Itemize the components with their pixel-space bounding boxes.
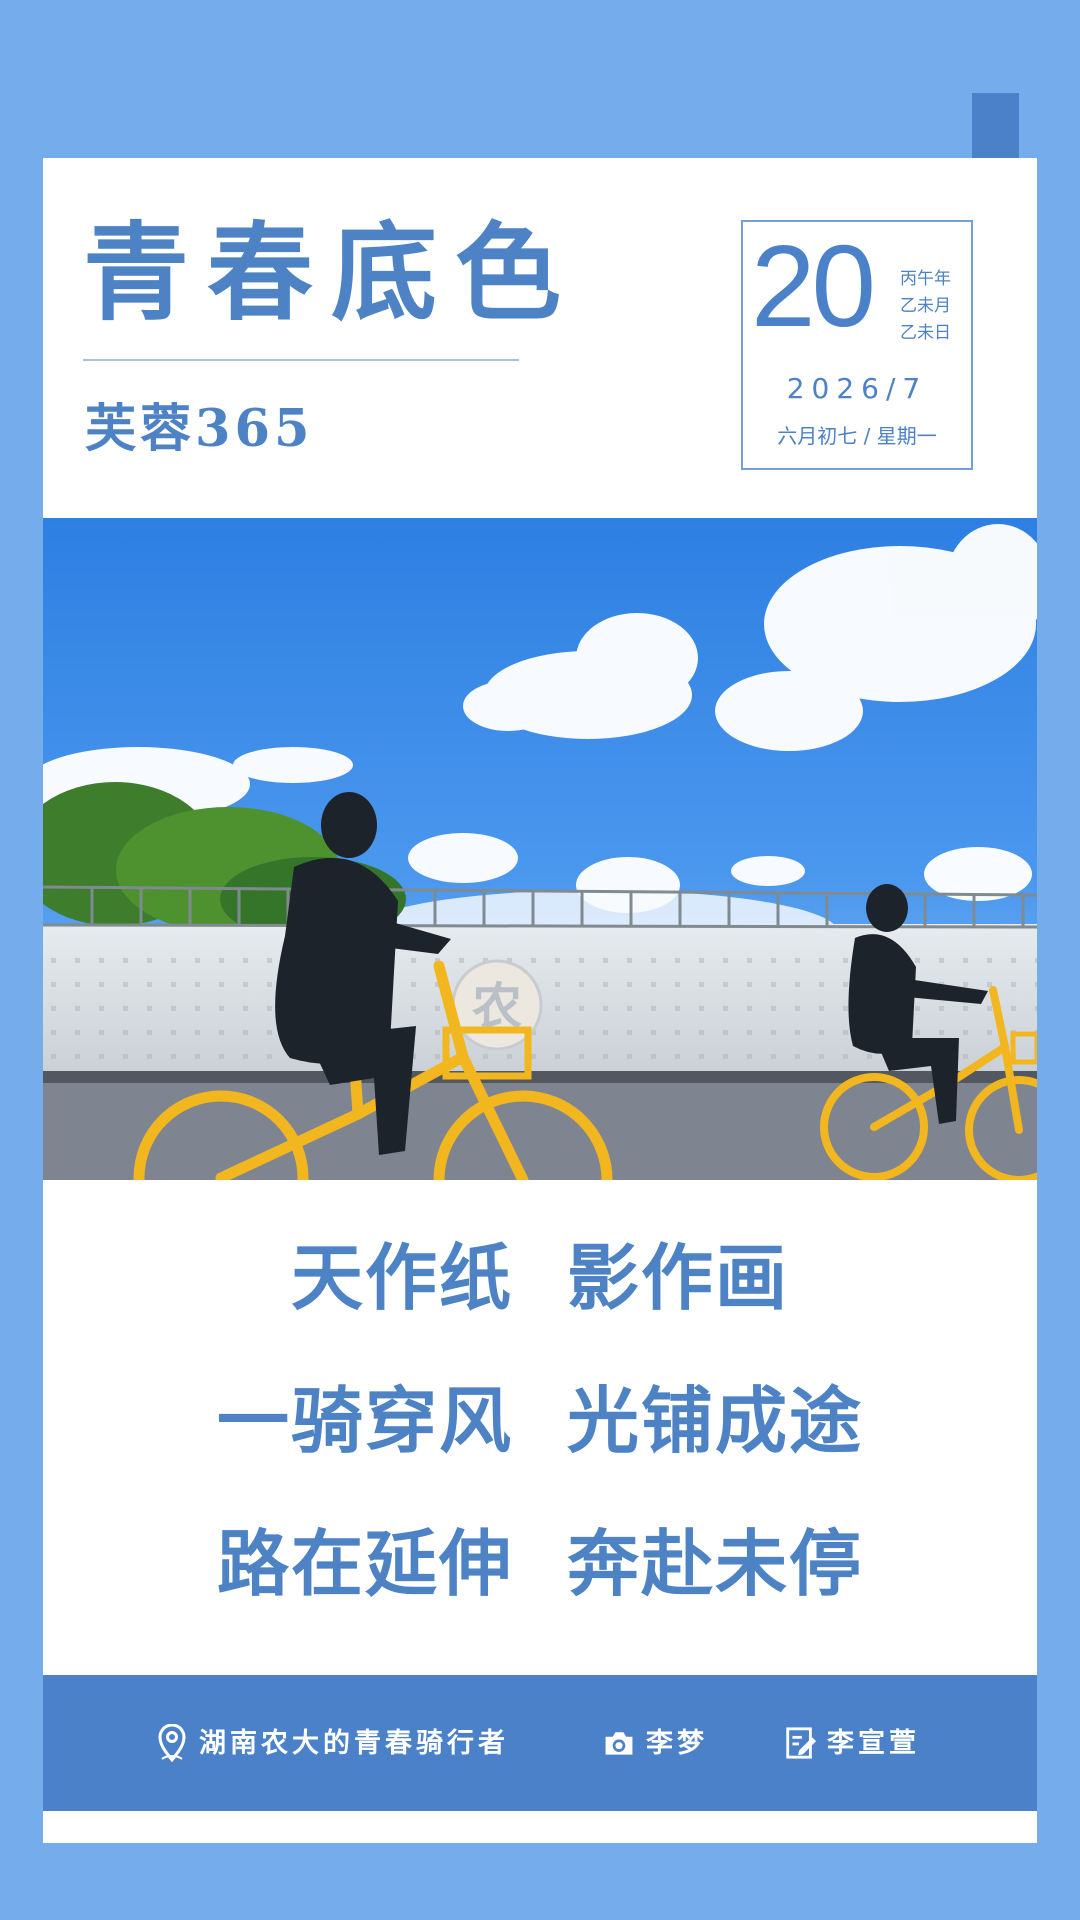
poster-title: 青春底色	[83, 210, 579, 335]
credits-bar: 湖南农大的青春骑行者 李梦 李宣萱	[43, 1675, 1037, 1811]
lunar-date-weekday: 六月初七 / 星期一	[777, 424, 937, 448]
date-year-month: 2026/7	[786, 372, 928, 405]
credit-photographer-text: 李梦	[646, 1727, 708, 1759]
title-divider	[83, 359, 519, 361]
road	[43, 1071, 1037, 1180]
camera-icon	[605, 1732, 633, 1755]
ganzhi-month: 乙未月	[900, 296, 951, 316]
poster-card: 青春底色 芙蓉365 20 丙午年 乙未月 乙未日 2026/7 六月初七 / …	[43, 158, 1037, 1843]
photo-illustration: 农	[43, 518, 1037, 1180]
poem-line-2-left: 一骑穿风	[216, 1378, 513, 1463]
poster: 青春底色 芙蓉365 20 丙午年 乙未月 乙未日 2026/7 六月初七 / …	[0, 0, 1080, 1920]
credit-location-text: 湖南农大的青春骑行者	[199, 1727, 509, 1759]
poem-line-3: 路在延伸 奔赴未停	[43, 1514, 1037, 1657]
cyclists-photo: 农	[43, 518, 1037, 1180]
poem-line-3-right: 奔赴未停	[567, 1521, 864, 1606]
poem-line-3-left: 路在延伸	[216, 1521, 513, 1606]
date-day-number: 20	[751, 221, 876, 351]
poem: 天作纸 影作画 一骑穿风 光铺成途 路在延伸 奔赴未停	[43, 1228, 1037, 1657]
brand-signature: 芙蓉365	[85, 399, 314, 459]
poem-line-2-right: 光铺成途	[567, 1378, 864, 1463]
location-pin-icon	[158, 1724, 186, 1762]
poem-line-2: 一骑穿风 光铺成途	[43, 1371, 1037, 1514]
credit-writer: 李宣萱	[783, 1723, 920, 1763]
credit-writer-text: 李宣萱	[827, 1727, 920, 1759]
date-panel: 20 丙午年 乙未月 乙未日 2026/7 六月初七 / 星期一	[741, 220, 973, 470]
edit-note-icon	[786, 1727, 817, 1759]
credit-photographer: 李梦	[602, 1723, 708, 1763]
poem-line-1-left: 天作纸	[290, 1235, 513, 1320]
ganzhi-year: 丙午年	[900, 269, 951, 289]
poem-line-1: 天作纸 影作画	[43, 1228, 1037, 1371]
ganzhi-day: 乙未日	[900, 323, 951, 343]
date-ganzhi: 丙午年 乙未月 乙未日	[900, 266, 951, 347]
poem-line-1-right: 影作画	[567, 1235, 790, 1320]
credit-location: 湖南农大的青春骑行者	[155, 1723, 509, 1763]
